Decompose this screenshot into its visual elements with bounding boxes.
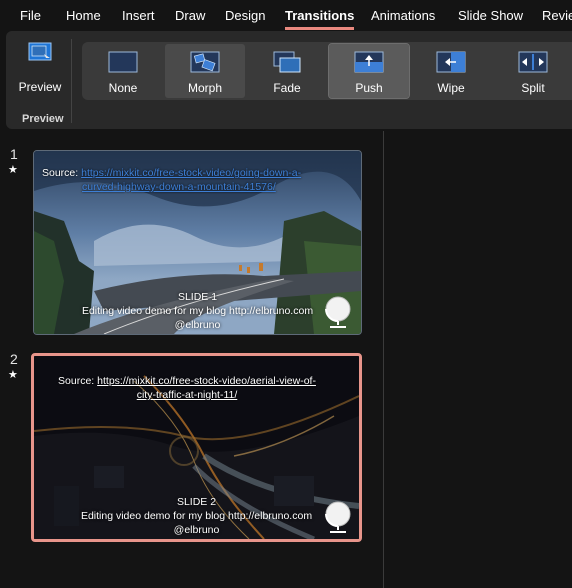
transition-push[interactable]: Push xyxy=(328,43,410,99)
preview-button-label: Preview xyxy=(18,80,62,94)
transition-none[interactable]: None xyxy=(83,44,163,98)
animation-star-icon: ★ xyxy=(8,164,18,176)
morph-transition-icon xyxy=(190,51,220,73)
tab-transitions[interactable]: Transitions xyxy=(285,8,355,30)
menu-bar: File Home Insert Draw Design Transitions… xyxy=(0,0,572,30)
preview-icon xyxy=(28,42,52,61)
transition-fade[interactable]: Fade xyxy=(247,44,327,98)
slide-1-source: Source: https://mixkit.co/free-stock-vid… xyxy=(42,166,332,194)
fade-transition-icon xyxy=(273,51,301,73)
active-tab-underline xyxy=(285,27,355,30)
source-prefix: Source: xyxy=(58,375,98,387)
tab-review[interactable]: Revie xyxy=(542,8,572,23)
transition-wipe[interactable]: Wipe xyxy=(411,44,491,98)
tab-slide-show[interactable]: Slide Show xyxy=(458,8,523,23)
transitions-ribbon: Preview Preview None Morph Fade Push Wip… xyxy=(6,31,572,129)
slide-2-title: SLIDE 2 xyxy=(176,496,217,508)
transition-gallery: None Morph Fade Push Wipe Split xyxy=(82,42,572,100)
source-link-line2[interactable]: curved-highway-down-a-mountain-41576/ xyxy=(82,181,276,193)
slide-1-handle: @elbruno xyxy=(174,319,221,331)
slide-thumbnail-2[interactable]: Source: https://mixkit.co/free-stock-vid… xyxy=(31,353,362,542)
none-transition-icon xyxy=(108,51,138,73)
slide-2-source: Source: https://mixkit.co/free-stock-vid… xyxy=(42,374,332,402)
source-prefix: Source: xyxy=(42,167,82,179)
globe-icon xyxy=(325,296,351,328)
source-link-line1[interactable]: https://mixkit.co/free-stock-video/going… xyxy=(81,167,301,179)
animation-star-icon: ★ xyxy=(8,369,18,381)
transition-morph[interactable]: Morph xyxy=(165,44,245,98)
tab-draw[interactable]: Draw xyxy=(175,8,205,23)
ribbon-separator xyxy=(71,39,72,123)
tab-file[interactable]: File xyxy=(20,8,41,23)
transition-split[interactable]: Split xyxy=(493,44,572,98)
transition-morph-label: Morph xyxy=(187,81,222,95)
preview-button[interactable]: Preview xyxy=(14,39,66,101)
group-label-preview: Preview xyxy=(22,113,64,125)
slide-1-subtitle: Editing video demo for my blog http://el… xyxy=(81,305,314,317)
globe-icon xyxy=(325,501,351,533)
pane-divider[interactable] xyxy=(383,131,384,588)
transition-push-label: Push xyxy=(355,81,383,95)
slide-thumbnail-1[interactable]: Source: https://mixkit.co/free-stock-vid… xyxy=(33,150,362,335)
push-transition-icon xyxy=(354,51,384,73)
wipe-transition-icon xyxy=(436,51,466,73)
transition-wipe-label: Wipe xyxy=(437,81,465,95)
transition-fade-label: Fade xyxy=(273,81,301,95)
tab-animations[interactable]: Animations xyxy=(371,8,435,23)
slide-number-1: 1 xyxy=(10,146,18,162)
transition-split-label: Split xyxy=(521,81,545,95)
tab-insert[interactable]: Insert xyxy=(122,8,155,23)
tab-design[interactable]: Design xyxy=(225,8,265,23)
slide-number-2: 2 xyxy=(10,351,18,367)
transition-none-label: None xyxy=(108,81,138,95)
slide-2-handle: @elbruno xyxy=(173,524,220,536)
tab-transitions-label: Transitions xyxy=(285,8,355,23)
source-link-line1[interactable]: https://mixkit.co/free-stock-video/aeria… xyxy=(97,375,316,387)
slide-2-subtitle: Editing video demo for my blog http://el… xyxy=(80,510,313,522)
split-transition-icon xyxy=(518,51,548,73)
slide-1-title: SLIDE 1 xyxy=(177,291,218,303)
tab-home[interactable]: Home xyxy=(66,8,101,23)
source-link-line2[interactable]: city-traffic-at-night-11/ xyxy=(137,389,238,401)
